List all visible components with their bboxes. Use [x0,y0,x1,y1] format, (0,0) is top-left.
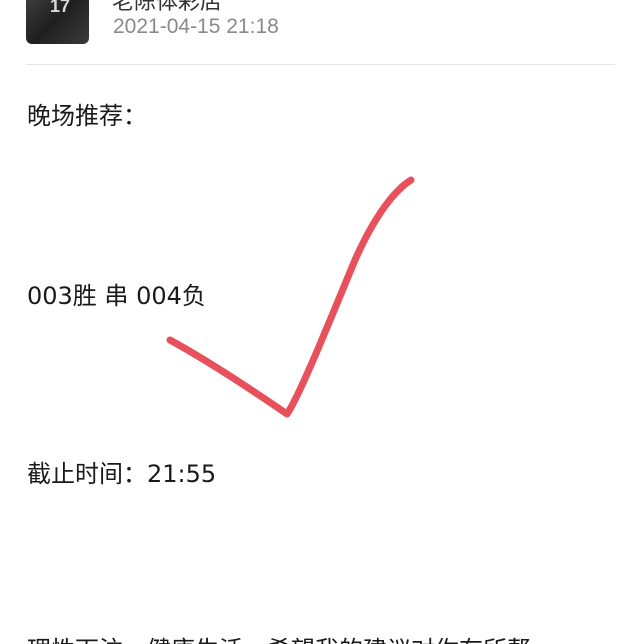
avatar-jersey-number: 17 [50,0,71,16]
post-header: 17 老陈体彩店 2021-04-15 21:18 [0,0,640,66]
post-timestamp: 2021-04-15 21:18 [113,15,279,38]
checkmark-stroke [166,176,415,418]
article-page: 17 老陈体彩店 2021-04-15 21:18 晚场推荐： 003胜 串 0… [0,0,640,644]
header-divider [26,64,615,65]
author-name[interactable]: 老陈体彩店 [112,0,222,16]
deadline-text: 截止时间：21:55 [27,460,217,488]
recommendation-heading: 晚场推荐： [27,102,147,130]
avatar[interactable]: 17 [26,0,89,44]
closing-text: 理性下注，健康生活，希望我的建议对你有所帮 [27,630,531,644]
recommendation-pick: 003胜 串 004负 [27,282,206,310]
